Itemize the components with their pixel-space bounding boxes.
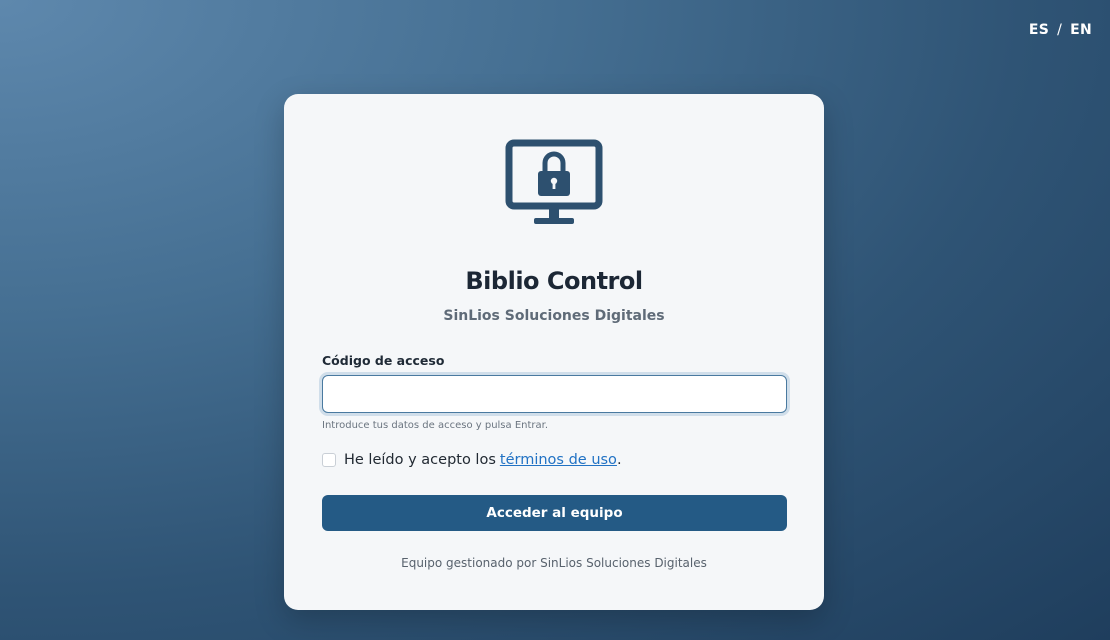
language-separator: / (1057, 22, 1063, 38)
monitor-lock-icon (505, 139, 603, 227)
language-es-link[interactable]: ES (1029, 22, 1049, 38)
app-title: Biblio Control (465, 267, 643, 295)
language-switch: ES / EN (1029, 22, 1092, 38)
login-card: Biblio Control SinLios Soluciones Digita… (284, 94, 824, 610)
terms-prefix-text: He leído y acepto los (344, 452, 496, 468)
company-subtitle: SinLios Soluciones Digitales (443, 308, 665, 324)
terms-suffix-text: . (616, 452, 622, 468)
terms-link[interactable]: términos de uso (500, 452, 617, 468)
language-en-link[interactable]: EN (1070, 22, 1092, 38)
access-code-label: Código de acceso (322, 353, 445, 368)
access-code-input[interactable] (322, 375, 787, 413)
terms-checkbox[interactable] (322, 453, 336, 467)
access-hint: Introduce tus datos de acceso y pulsa En… (322, 420, 549, 431)
access-submit-button[interactable]: Acceder al equipo (322, 495, 787, 531)
terms-row: He leído y acepto los términos de uso . (322, 452, 622, 468)
footer-text: Equipo gestionado por SinLios Soluciones… (401, 556, 707, 570)
